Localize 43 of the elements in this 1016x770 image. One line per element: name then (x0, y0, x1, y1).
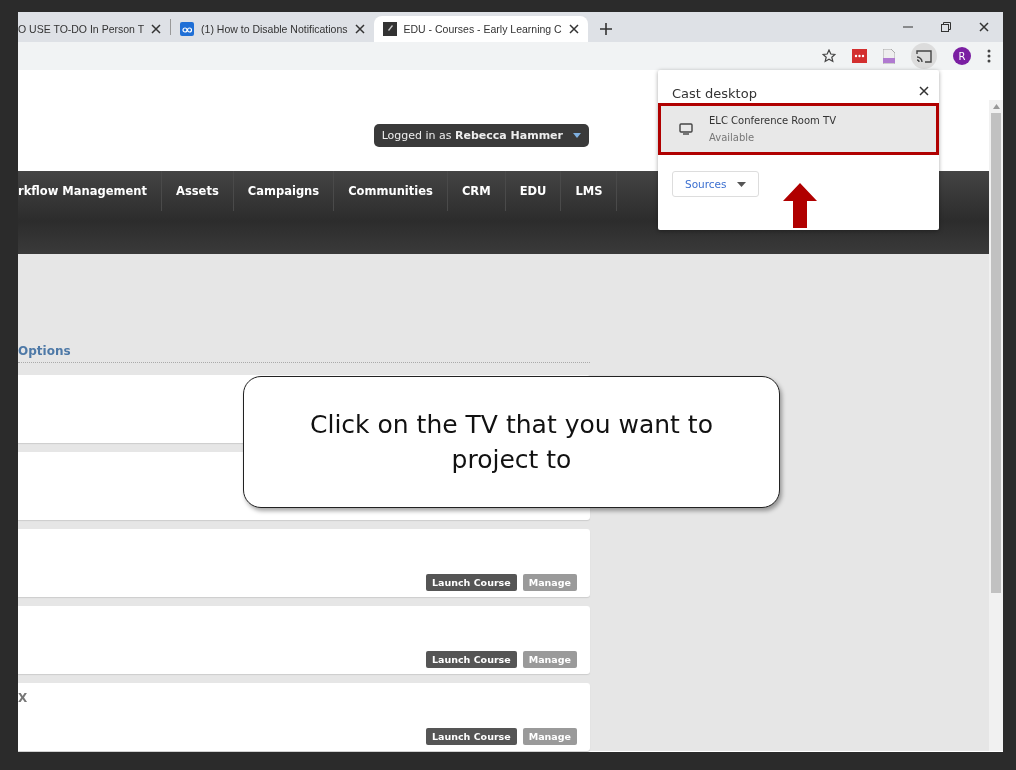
close-icon[interactable] (151, 24, 162, 34)
browser-tab[interactable]: O USE TO-DO In Person T (18, 16, 171, 42)
browser-tab[interactable]: (1) How to Disable Notifications (171, 16, 374, 42)
sources-dropdown[interactable]: Sources (672, 171, 759, 197)
launch-course-button[interactable]: Launch Course (425, 728, 517, 745)
new-tab-icon[interactable] (599, 23, 612, 35)
close-icon[interactable] (354, 24, 365, 34)
restore-icon[interactable] (941, 22, 951, 32)
close-window-icon[interactable] (979, 22, 989, 32)
scrollbar[interactable] (989, 100, 1003, 751)
nav-item[interactable]: EDU (505, 171, 562, 212)
nav-item[interactable]: Assets (162, 171, 234, 212)
nav-item[interactable]: rkflow Management (18, 171, 163, 212)
nav-item[interactable]: CRM (447, 171, 506, 212)
close-icon[interactable] (568, 24, 579, 34)
pdf-icon[interactable] (883, 48, 895, 64)
device-name: ELC Conference Room TV (709, 115, 836, 126)
extension-icon[interactable] (852, 49, 867, 63)
user-menu-button[interactable]: Logged in as Rebecca Hammer (373, 124, 589, 148)
instruction-text: Click on the TV that you want to project to (309, 409, 714, 476)
cast-device-item[interactable]: ELC Conference Room TV Available (658, 103, 939, 155)
section-heading: Options (18, 344, 590, 363)
profile-avatar[interactable]: R (953, 47, 971, 65)
launch-course-button[interactable]: Launch Course (425, 651, 517, 668)
nav-item[interactable]: LMS (561, 171, 618, 212)
arrow-annotation (783, 183, 817, 228)
box-favicon-icon (180, 22, 195, 36)
browser-tab[interactable]: EDU - Courses - Early Learning C (373, 16, 588, 42)
launch-course-button[interactable]: Launch Course (425, 574, 517, 591)
tv-icon (679, 123, 693, 135)
caret-icon (736, 181, 746, 187)
device-status: Available (709, 132, 756, 143)
nav-item[interactable]: Campaigns (233, 171, 335, 212)
rocket-favicon-icon (382, 22, 397, 36)
course-title: X (18, 691, 29, 705)
caret-icon (573, 133, 581, 139)
menu-icon[interactable] (987, 49, 991, 63)
close-icon[interactable] (919, 86, 929, 96)
star-icon[interactable] (822, 49, 836, 63)
cast-button[interactable] (911, 43, 937, 69)
nav-item[interactable]: Communities (334, 171, 448, 212)
cast-icon (916, 49, 932, 63)
popup-title: Cast desktop (672, 86, 757, 103)
